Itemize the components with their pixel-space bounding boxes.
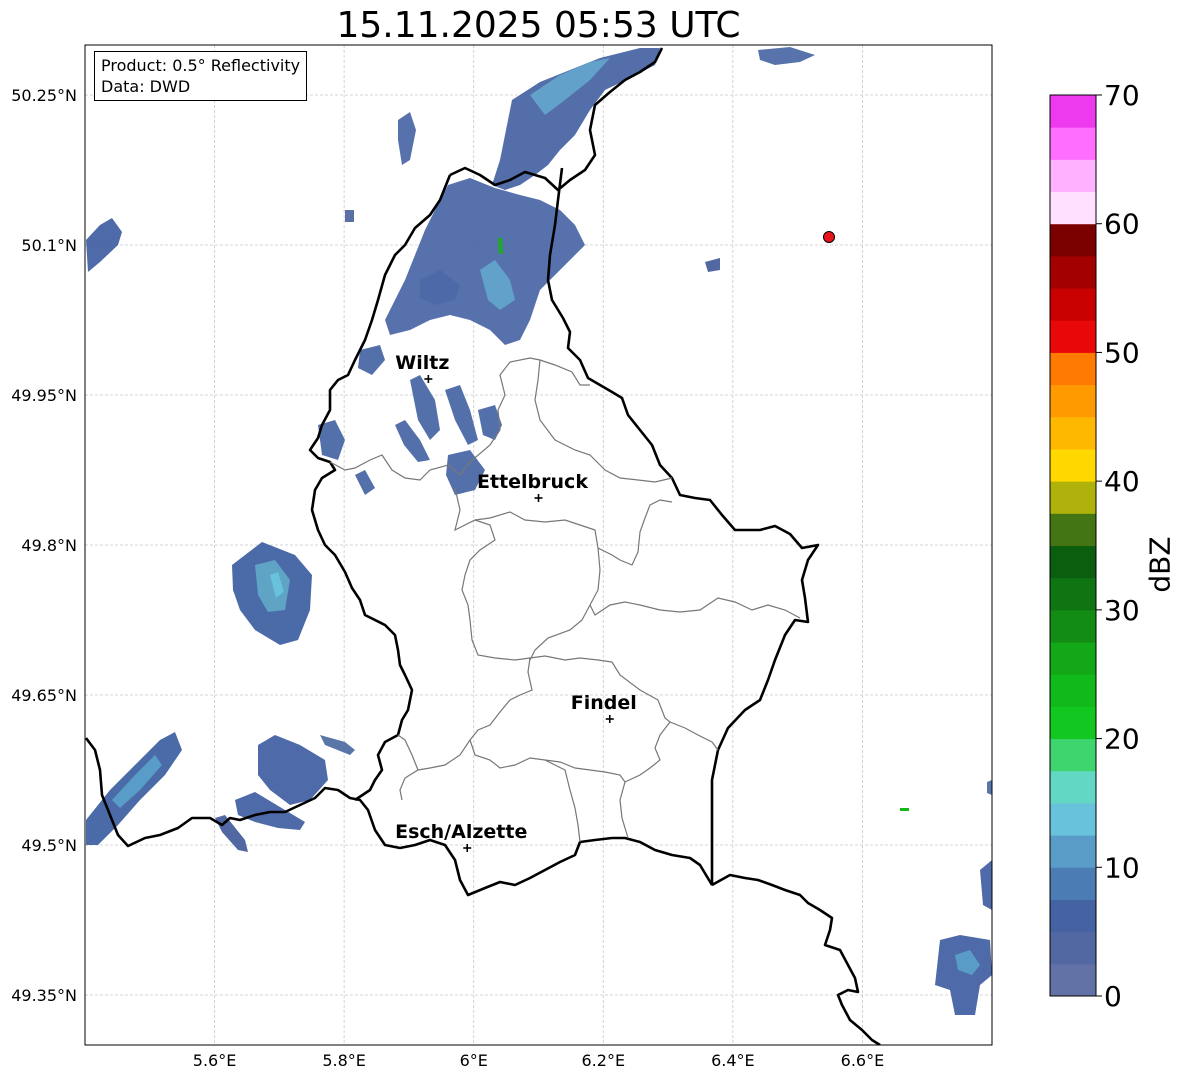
colorbar-tick-label: 30 — [1104, 594, 1140, 627]
city-name: Findel — [571, 692, 637, 714]
colorbar-segment — [1050, 577, 1096, 611]
colorbar-segment — [1050, 867, 1096, 900]
colorbar-segment — [1050, 513, 1096, 546]
colorbar-tick-label: 10 — [1104, 851, 1140, 884]
colorbar-segment — [1050, 384, 1096, 418]
colorbar-tick-label: 40 — [1104, 465, 1140, 498]
colorbar-segment — [1050, 642, 1096, 675]
colorbar-segment — [1050, 609, 1096, 643]
colorbar-tick-label: 70 — [1104, 79, 1140, 112]
map-plot-area: Wiltz Ettelbruck Findel Esch/Alzette — [84, 44, 993, 1046]
y-axis: 50.25°N 50.1°N 49.95°N 49.8°N 49.65°N 49.5°N 4… — [11, 86, 77, 1005]
product-label: Product: 0.5° Reflectivity — [101, 56, 301, 75]
x-axis: 5.6°E 5.8°E 6°E 6.2°E 6.4°E 6.6°E — [193, 1051, 884, 1070]
colorbar-segment — [1050, 255, 1096, 289]
colorbar-tick-label: 0 — [1104, 980, 1122, 1013]
x-tick-label: 6.2°E — [582, 1051, 626, 1070]
colorbar-segment — [1050, 545, 1096, 579]
y-tick-label: 49.65°N — [11, 686, 77, 705]
product-info-box: Product: 0.5° Reflectivity Data: DWD — [94, 51, 308, 101]
x-tick-label: 6°E — [460, 1051, 488, 1070]
colorbar-segment — [1050, 448, 1096, 482]
colorbar-unit-label: dBZ — [1143, 536, 1177, 593]
colorbar-segment — [1050, 159, 1096, 193]
colorbar-tick-label: 60 — [1104, 208, 1140, 241]
x-tick-label: 5.8°E — [322, 1051, 366, 1070]
radar-site-marker — [823, 231, 835, 243]
data-source-label: Data: DWD — [101, 77, 191, 96]
colorbar-segment — [1050, 481, 1096, 514]
colorbar-segment — [1050, 835, 1096, 868]
colorbar-segment — [1050, 127, 1096, 160]
colorbar-segment — [1050, 706, 1096, 740]
x-tick-label: 6.4°E — [711, 1051, 755, 1070]
radar-map: WiltzEttelbruckFindelEsch/Alzette 5.6°E 5… — [11, 44, 1140, 1070]
colorbar-tick-label: 20 — [1104, 723, 1140, 756]
colorbar-segment — [1050, 416, 1096, 450]
colorbar-segment — [1050, 288, 1096, 321]
colorbar-segment — [1050, 674, 1096, 707]
colorbar-segment — [1050, 770, 1096, 804]
city-name: Esch/Alzette — [395, 821, 527, 843]
city-name: Wiltz — [395, 352, 449, 374]
y-tick-label: 49.5°N — [21, 836, 77, 855]
y-tick-label: 50.1°N — [21, 236, 77, 255]
colorbar-segment — [1050, 899, 1096, 933]
city-name: Ettelbruck — [477, 471, 588, 493]
colorbar-tick-label: 50 — [1104, 336, 1140, 369]
y-tick-label: 49.8°N — [21, 536, 77, 555]
colorbar-segment — [1050, 802, 1096, 836]
x-tick-label: 5.6°E — [193, 1051, 237, 1070]
colorbar-segment — [1050, 352, 1096, 386]
x-tick-label: 6.6°E — [841, 1051, 885, 1070]
colorbar-segment — [1050, 963, 1096, 997]
colorbar-segment — [1050, 95, 1096, 128]
y-tick-label: 50.25°N — [11, 86, 77, 105]
colorbar-segment — [1050, 223, 1096, 257]
colorbar-segment — [1050, 738, 1096, 772]
colorbar-segment — [1050, 320, 1096, 353]
colorbar-segment — [1050, 931, 1096, 965]
y-tick-label: 49.95°N — [11, 386, 77, 405]
y-tick-label: 49.35°N — [11, 986, 77, 1005]
colorbar: 0 10 20 30 40 50 60 70 — [1049, 79, 1140, 1013]
colorbar-segment — [1050, 191, 1096, 225]
